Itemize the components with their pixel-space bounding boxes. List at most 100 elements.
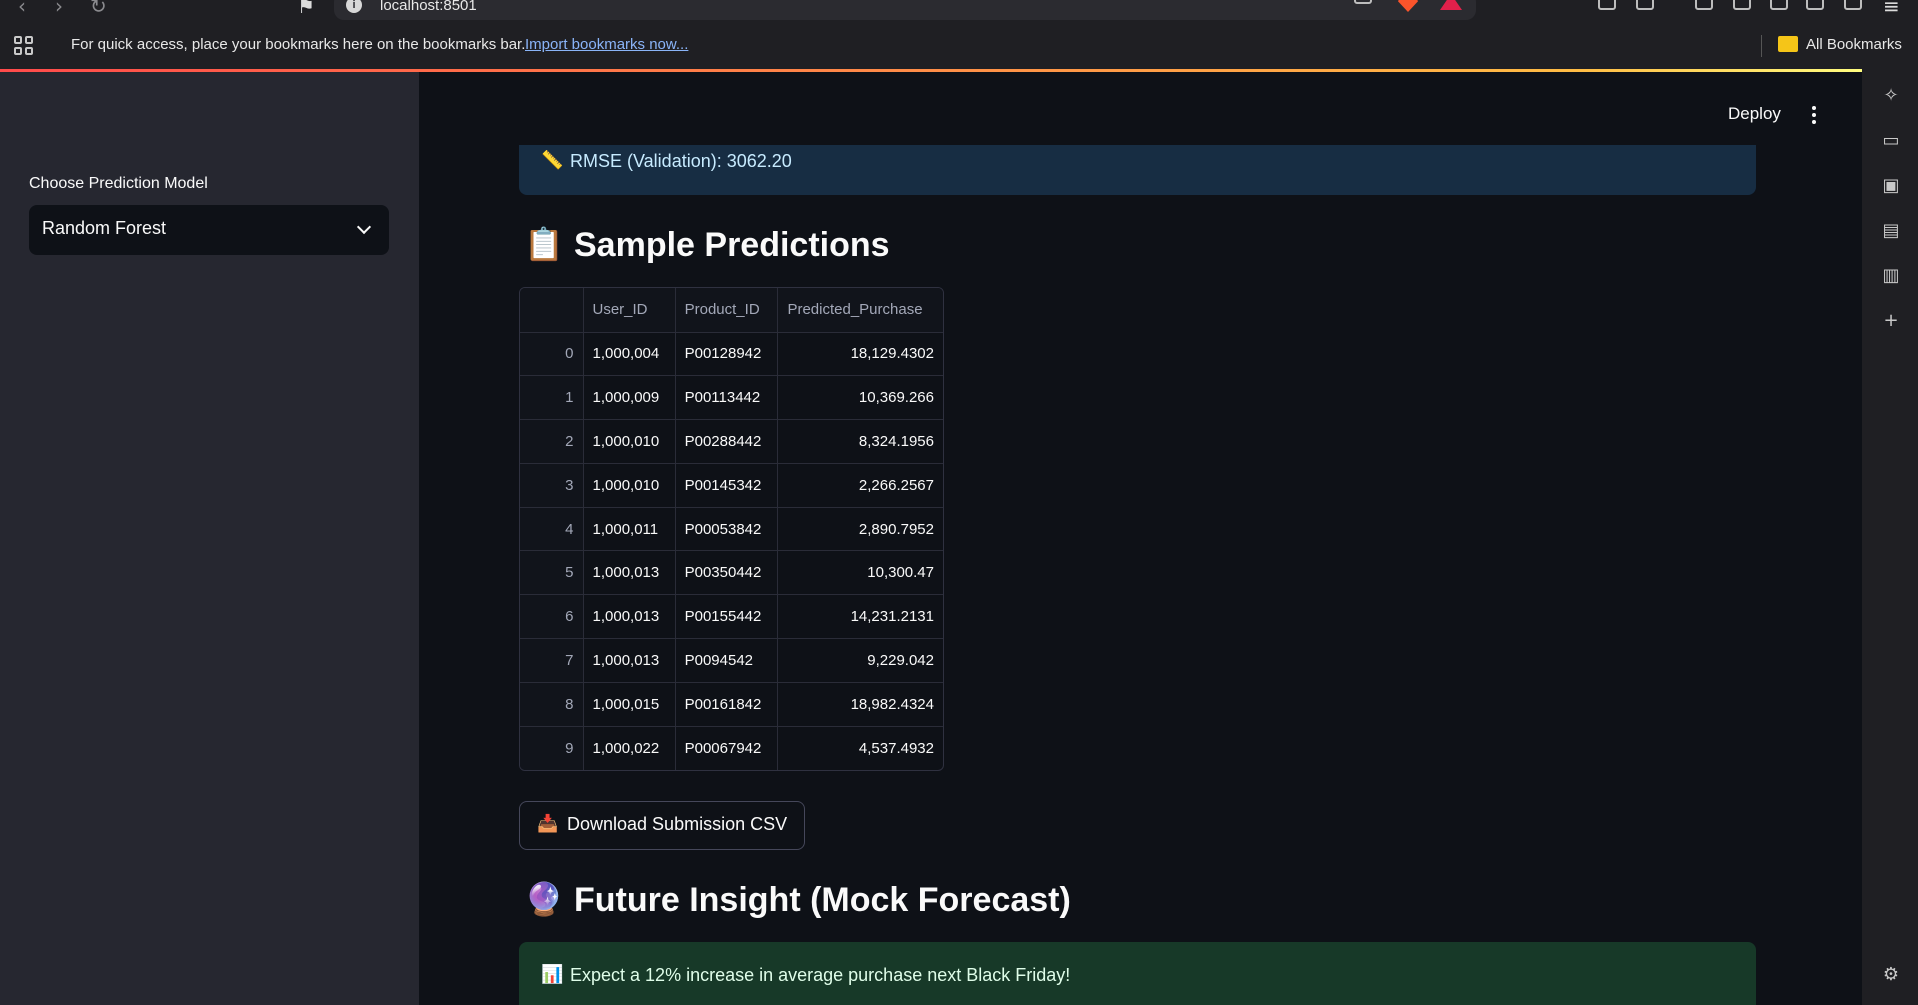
user-id-cell[interactable]: 1,000,013 [583,638,676,683]
model-select[interactable]: Random Forest [29,205,389,255]
apps-icon[interactable] [14,36,34,56]
product-id-cell[interactable]: P00067942 [675,726,779,770]
sample-predictions-heading: Sample Predictions [574,226,890,264]
product-id-cell[interactable]: P00161842 [675,682,779,727]
folder-icon [1778,36,1798,52]
predicted-purchase-cell[interactable]: 10,369.266 [777,375,943,421]
all-bookmarks-button[interactable]: All Bookmarks [1806,36,1902,53]
row-index[interactable]: 6 [520,594,584,640]
product-id-cell[interactable]: P00053842 [675,507,779,552]
address-bar[interactable]: i localhost:8501 [334,0,1476,20]
column-header[interactable]: User_ID [583,288,676,333]
user-id-cell[interactable]: 1,000,004 [583,332,676,377]
table-row[interactable]: 6 1,000,013 P00155442 14,231.2131 [520,594,943,640]
product-id-cell[interactable]: P00113442 [675,375,779,421]
product-id-cell[interactable]: P0094542 [675,638,779,683]
media-icon[interactable] [1695,0,1713,10]
product-id-cell[interactable]: P00288442 [675,419,779,464]
product-id-cell[interactable]: P00155442 [675,594,779,640]
row-index[interactable]: 2 [520,419,584,464]
predicted-purchase-cell[interactable]: 18,982.4324 [777,682,943,727]
user-id-cell[interactable]: 1,000,010 [583,463,676,508]
wallet-icon[interactable] [1770,0,1788,10]
table-header-row: User_ID Product_ID Predicted_Purchase [520,288,943,333]
row-index[interactable]: 1 [520,375,584,421]
deploy-button[interactable]: Deploy [1728,104,1781,124]
share-icon[interactable] [1354,0,1372,4]
rmse-info-box: 📏 RMSE (Validation): 3062.20 [519,145,1756,195]
site-info-icon[interactable]: i [346,0,362,13]
user-id-cell[interactable]: 1,000,015 [583,682,676,727]
user-id-cell[interactable]: 1,000,013 [583,550,676,596]
user-id-cell[interactable]: 1,000,009 [583,375,676,421]
add-panel-icon[interactable]: + [1881,312,1901,330]
row-index[interactable]: 5 [520,550,584,596]
reload-icon[interactable]: ↻ [90,0,107,18]
download-csv-button[interactable]: 📥 Download Submission CSV [519,801,805,850]
browser-side-panel: ✧ ▭ ▣ ▤ ▥ + ⚙ [1862,69,1918,1005]
user-id-cell[interactable]: 1,000,011 [583,507,676,552]
user-id-cell[interactable]: 1,000,010 [583,419,676,464]
bookmark-icon[interactable]: ⚑ [297,0,315,18]
import-bookmarks-link[interactable]: Import bookmarks now... [525,36,688,53]
model-select-value: Random Forest [42,218,167,238]
column-header[interactable]: Predicted_Purchase [777,288,943,333]
model-select-label: Choose Prediction Model [29,175,208,192]
table-row[interactable]: 9 1,000,022 P00067942 4,537.4932 [520,726,943,770]
sidebar-toggle-icon[interactable] [1733,0,1751,10]
row-index[interactable]: 7 [520,638,584,683]
user-id-cell[interactable]: 1,000,022 [583,726,676,770]
table-row[interactable]: 2 1,000,010 P00288442 8,324.1956 [520,419,943,464]
product-id-cell[interactable]: P00145342 [675,463,779,508]
table-row[interactable]: 3 1,000,010 P00145342 2,266.2567 [520,463,943,508]
bookmarks-prompt: For quick access, place your bookmarks h… [71,36,526,53]
leo-icon[interactable] [1806,0,1824,10]
product-id-cell[interactable]: P00350442 [675,550,779,596]
wallet-panel-icon[interactable]: ▣ [1881,177,1901,195]
divider [1761,35,1762,57]
menu-icon[interactable]: ≡ [1883,0,1900,18]
crystal-ball-icon: 🔮 [524,881,564,917]
bar-chart-icon: 📊 [541,964,564,984]
forward-icon[interactable]: › [55,0,63,18]
table-row[interactable]: 7 1,000,013 P0094542 9,229.042 [520,638,943,683]
column-header[interactable]: Product_ID [675,288,779,333]
table-row[interactable]: 4 1,000,011 P00053842 2,890.7952 [520,507,943,552]
vpn-icon[interactable] [1844,0,1862,10]
main-menu-icon[interactable] [1812,106,1818,126]
table-row[interactable]: 1 1,000,009 P00113442 10,369.266 [520,375,943,421]
predicted-purchase-cell[interactable]: 9,229.042 [777,638,943,683]
row-index[interactable]: 9 [520,726,584,770]
predicted-purchase-cell[interactable]: 2,266.2567 [777,463,943,508]
screenshot-icon[interactable] [1636,0,1654,10]
row-index[interactable]: 3 [520,463,584,508]
row-index[interactable]: 8 [520,682,584,727]
row-index[interactable]: 0 [520,332,584,377]
url-text: localhost:8501 [380,0,477,14]
bookmarks-bar: For quick access, place your bookmarks h… [0,23,1918,69]
row-index[interactable]: 4 [520,507,584,552]
settings-gear-icon[interactable]: ⚙ [1881,966,1901,984]
clipboard-icon: 📋 [524,226,564,262]
predicted-purchase-cell[interactable]: 18,129.4302 [777,332,943,377]
predicted-purchase-cell[interactable]: 10,300.47 [777,550,943,596]
predictions-table[interactable]: User_ID Product_ID Predicted_Purchase 01… [519,287,944,771]
table-row[interactable]: 5 1,000,013 P00350442 10,300.47 [520,550,943,596]
predicted-purchase-cell[interactable]: 4,537.4932 [778,726,943,770]
extensions-icon[interactable] [1598,0,1616,10]
column-header[interactable] [520,288,584,333]
predicted-purchase-cell[interactable]: 14,231.2131 [777,594,943,640]
leo-ai-icon[interactable]: ✧ [1881,87,1901,105]
forecast-text: Expect a 12% increase in average purchas… [570,965,1071,985]
predicted-purchase-cell[interactable]: 8,324.1956 [777,419,943,464]
user-id-cell[interactable]: 1,000,013 [583,594,676,640]
predicted-purchase-cell[interactable]: 2,890.7952 [777,507,943,552]
talk-icon[interactable]: ▭ [1881,132,1901,150]
reading-list-icon[interactable]: ▥ [1881,267,1901,285]
product-id-cell[interactable]: P00128942 [675,332,779,377]
back-icon[interactable]: ‹ [18,0,26,18]
inbox-icon: 📥 [537,814,559,833]
table-row[interactable]: 0 1,000,004 P00128942 18,129.4302 [520,332,943,377]
table-row[interactable]: 8 1,000,015 P00161842 18,982.4324 [520,682,943,727]
bookmarks-panel-icon[interactable]: ▤ [1881,222,1901,240]
